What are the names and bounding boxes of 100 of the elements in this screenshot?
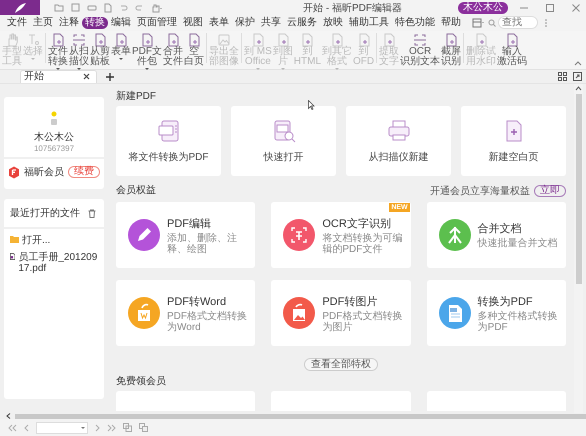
folder-icon[interactable] <box>54 3 64 12</box>
menu-tab[interactable]: 主页 <box>30 16 56 29</box>
collapse-icon[interactable] <box>574 60 582 66</box>
page-icon[interactable] <box>104 2 112 12</box>
layout-icon[interactable] <box>472 18 484 28</box>
redo-icon[interactable] <box>135 3 144 12</box>
ribbon-tool[interactable]: 从剪 贴板 <box>90 32 110 70</box>
more-icon[interactable] <box>544 18 548 28</box>
menu-tab[interactable]: 页面管理 <box>134 16 180 29</box>
document-icon <box>250 32 265 47</box>
last-page-icon[interactable] <box>107 424 116 432</box>
user-name: 木公木公 <box>34 130 74 144</box>
page-number-field[interactable] <box>36 422 88 434</box>
menu-tab[interactable]: 特色功能 <box>392 16 438 29</box>
close-icon[interactable] <box>571 2 581 12</box>
new-pdf-card[interactable]: 快速打开 <box>231 106 336 176</box>
recent-files-title: 最近打开的文件 <box>10 206 80 220</box>
ribbon-tool[interactable]: 空 白页 <box>184 32 204 70</box>
text-cursor-icon <box>26 32 40 47</box>
recent-file-link[interactable]: 员工手册_20120917.pdf <box>18 252 100 274</box>
feature-description: 添加、删除、注释、绘图 <box>167 232 238 255</box>
view-all-button[interactable]: 查看全部特权 <box>304 358 378 372</box>
menu-tab[interactable]: 视图 <box>180 16 206 29</box>
promo-text: 开通会员立享海量权益 <box>430 184 530 198</box>
document-icon <box>93 32 107 47</box>
mouse-cursor-icon <box>308 100 315 110</box>
document-icon <box>356 32 371 47</box>
scroll-left-icon[interactable] <box>6 413 11 420</box>
menu-tab[interactable]: 转换 <box>82 16 108 29</box>
ribbon-tool[interactable]: 合并 文件 <box>163 32 183 70</box>
menu-tab[interactable]: 注释 <box>56 16 82 29</box>
copy-page-icon[interactable] <box>123 423 132 432</box>
document-icon <box>382 32 396 47</box>
membership-label: 福昕会员 <box>24 166 64 180</box>
document-icon <box>156 118 182 144</box>
feature-description: PDF格式文档转换为图片 <box>322 310 403 333</box>
trash-icon[interactable] <box>88 208 96 218</box>
search-icon[interactable] <box>488 18 496 27</box>
feature-card[interactable]: 转换为PDF 多种文件格式转换为PDF <box>426 280 566 346</box>
feature-title: PDF编辑 <box>167 216 212 231</box>
section-title: 会员权益 <box>116 184 157 198</box>
previous-page-icon[interactable] <box>24 424 29 432</box>
export-icon[interactable] <box>573 72 582 82</box>
image-icon <box>217 32 231 47</box>
ribbon-tool[interactable]: 截屏 识别 <box>441 32 462 67</box>
scan-frame-icon <box>72 32 86 47</box>
window-title: 开始 - 福昕PDF编辑器 <box>302 2 403 14</box>
undo-icon[interactable] <box>119 3 128 12</box>
menu-tab[interactable]: 编辑 <box>108 16 134 29</box>
section-title: 新建PDF <box>116 90 157 104</box>
app-logo[interactable] <box>0 0 40 15</box>
ribbon-tool[interactable]: 输入 激活码 <box>497 32 528 67</box>
grid-icon[interactable] <box>558 72 567 82</box>
ribbon-tool[interactable]: 表单 <box>111 32 131 70</box>
feature-card[interactable]: PDF转Word PDF格式文档转换为Word <box>116 280 256 346</box>
maximize-icon[interactable] <box>545 2 555 12</box>
menu-tab[interactable]: 帮助 <box>438 16 464 29</box>
new-pdf-card[interactable]: 新建空白页 <box>461 106 566 176</box>
document-icon <box>276 32 290 47</box>
add-tab-icon[interactable] <box>106 72 114 81</box>
next-page-icon[interactable] <box>95 424 100 432</box>
document-icon <box>140 32 154 47</box>
feature-description: 将文档转换为可编辑的PDF文件 <box>322 232 403 255</box>
feature-title: PDF转Word <box>167 294 228 309</box>
search-field[interactable]: 查找 <box>498 16 538 30</box>
feature-card[interactable]: PDF编辑 添加、删除、注释、绘图 <box>116 202 256 268</box>
menu-tab[interactable]: 辅助工具 <box>346 16 392 29</box>
page-layout-icon[interactable] <box>139 423 148 432</box>
file-icon <box>10 252 16 262</box>
feature-title: OCR文字识别 <box>322 216 392 231</box>
recent-file-link[interactable]: 打开... <box>22 235 50 246</box>
print-icon[interactable] <box>87 3 97 12</box>
document-icon <box>187 32 201 47</box>
document-icon <box>114 32 128 47</box>
feature-title: 转换为PDF <box>478 294 534 309</box>
menu-tab[interactable]: 文件 <box>4 16 30 29</box>
user-button[interactable]: 木公木公 <box>458 2 508 14</box>
upgrade-button[interactable]: 立即 <box>534 185 566 198</box>
menu-tab[interactable]: 共享 <box>258 16 284 29</box>
save-icon[interactable] <box>71 3 80 12</box>
ribbon-tool[interactable]: OCR 识别文本 <box>400 32 440 67</box>
menu-tab[interactable]: 保护 <box>232 16 258 29</box>
document-icon <box>166 32 180 47</box>
feature-title: 合并文档 <box>478 222 523 236</box>
first-page-icon[interactable] <box>8 424 17 432</box>
new-pdf-card[interactable]: 将文件转换为PDF <box>116 106 221 176</box>
new-pdf-card[interactable]: 从扫描仪新建 <box>346 106 451 176</box>
feature-card[interactable]: PDF转图片 PDF格式文档转换为图片 <box>271 280 411 346</box>
close-tab-icon[interactable] <box>83 73 90 80</box>
feature-card[interactable]: 合并文档 快速批量合并文档 <box>426 202 566 268</box>
feature-title: PDF转图片 <box>322 294 378 309</box>
scroll-up-icon[interactable] <box>575 86 582 92</box>
menu-tab[interactable]: 放映 <box>320 16 346 29</box>
document-tab[interactable]: 开始 <box>20 70 97 84</box>
document-icon <box>51 32 65 47</box>
scan-frame-icon <box>413 32 428 47</box>
menu-tab[interactable]: 云服务 <box>284 16 320 29</box>
renew-button[interactable]: 续费 <box>68 166 100 178</box>
feature-description: PDF格式文档转换为Word <box>167 310 248 333</box>
menu-tab[interactable]: 表单 <box>206 16 232 29</box>
